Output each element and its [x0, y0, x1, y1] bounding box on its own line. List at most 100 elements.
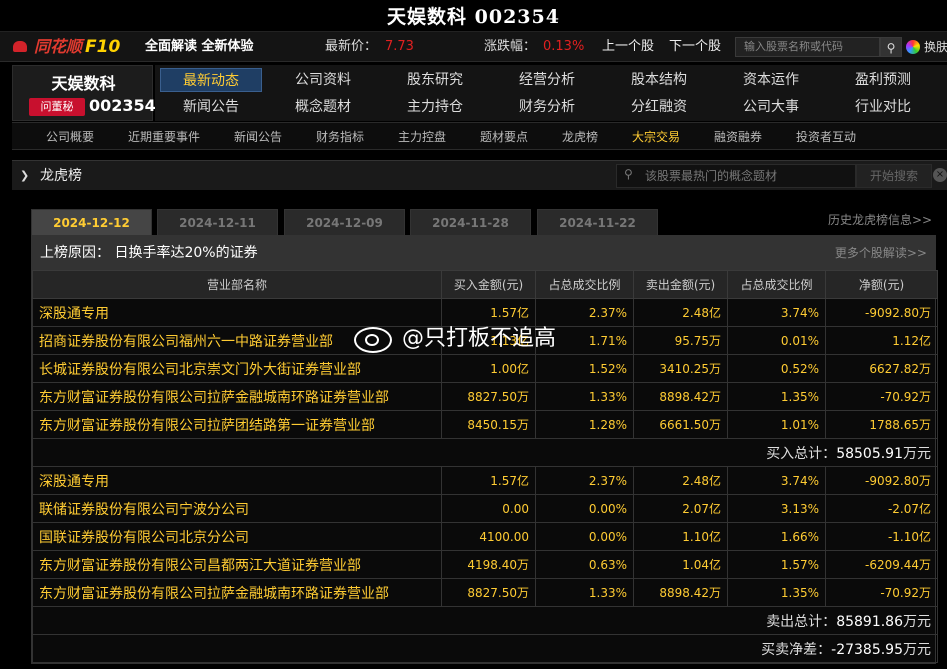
- nav-capital-ops[interactable]: 资本运作: [720, 68, 822, 92]
- buy-total-row: 买入总计：58505.91万元: [32, 438, 938, 467]
- col-header: 买入金额(元): [441, 270, 536, 299]
- table-row: 招商证券股份有限公司福州六一中路证券营业部 1.13亿 1.71% 95.75万 0.0…: [32, 326, 938, 355]
- skin-palette-icon[interactable]: [906, 40, 920, 54]
- subnav-investor-qa[interactable]: 投资者互动: [796, 123, 856, 151]
- reason-text: 上榜原因： 日换手率达20%的证券: [40, 245, 258, 261]
- subnav-financial-metrics[interactable]: 财务指标: [316, 123, 364, 151]
- subnav-main-control[interactable]: 主力控盘: [398, 123, 446, 151]
- value-cell: 1.57亿: [441, 466, 536, 495]
- value-cell: 4198.40万: [441, 550, 536, 579]
- subnav-overview[interactable]: 公司概要: [46, 123, 94, 151]
- value-cell: 6627.82万: [825, 354, 938, 383]
- value-cell: 8450.15万: [441, 410, 536, 439]
- nav-shareholder-research[interactable]: 股东研究: [384, 68, 486, 92]
- value-cell: 1788.65万: [825, 410, 938, 439]
- skin-label[interactable]: 换肤: [924, 32, 947, 62]
- value-cell: 1.66%: [727, 522, 826, 551]
- unit-label: 万元: [903, 445, 931, 462]
- value-cell: 1.71%: [535, 326, 634, 355]
- dept-name-cell[interactable]: 联储证券股份有限公司宁波分公司: [32, 494, 442, 523]
- value-cell: 1.12亿: [825, 326, 938, 355]
- next-stock-button[interactable]: 下一个股: [669, 32, 721, 62]
- history-link[interactable]: 历史龙虎榜信息>>: [828, 211, 932, 228]
- dept-name-cell[interactable]: 东方财富证券股份有限公司拉萨金融城南环路证券营业部: [32, 382, 442, 411]
- value-cell: -70.92万: [825, 578, 938, 607]
- table-header-row: 营业部名称 买入金额(元) 占总成交比例 卖出金额(元) 占总成交比例 净额(元…: [32, 270, 938, 299]
- value-cell: 1.57亿: [441, 298, 536, 327]
- nav-concepts[interactable]: 概念题材: [272, 95, 374, 119]
- value-cell: 0.00%: [535, 522, 634, 551]
- stock-search-input[interactable]: 输入股票名称或代码: [735, 37, 880, 57]
- search-icon[interactable]: ⚲: [880, 37, 902, 57]
- sell-total-label: 卖出总计：: [766, 613, 837, 630]
- date-tab[interactable]: 2024-12-09: [284, 209, 405, 235]
- value-cell: -9092.80万: [825, 466, 938, 495]
- value-cell: 1.57%: [727, 550, 826, 579]
- value-cell: 8827.50万: [441, 382, 536, 411]
- value-cell: 1.35%: [727, 578, 826, 607]
- subnav-theme-points[interactable]: 题材要点: [480, 123, 528, 151]
- value-cell: 1.33%: [535, 382, 634, 411]
- more-analysis-link[interactable]: 更多个股解读>>: [835, 236, 927, 270]
- dept-name-cell[interactable]: 招商证券股份有限公司福州六一中路证券营业部: [32, 326, 442, 355]
- subnav-recent-events[interactable]: 近期重要事件: [128, 123, 200, 151]
- value-cell: 1.52%: [535, 354, 634, 383]
- nav-company-profile[interactable]: 公司资料: [272, 68, 374, 92]
- dept-name-cell[interactable]: 深股通专用: [32, 298, 442, 327]
- value-cell: 1.01%: [727, 410, 826, 439]
- date-tab[interactable]: 2024-11-22: [537, 209, 658, 235]
- nav-dividends[interactable]: 分红融资: [608, 95, 710, 119]
- subnav-news[interactable]: 新闻公告: [234, 123, 282, 151]
- change-value: 0.13%: [543, 39, 585, 54]
- nav-main-holdings[interactable]: 主力持仓: [384, 95, 486, 119]
- ask-secretary-button[interactable]: 问董秘: [29, 98, 85, 116]
- nav-operations[interactable]: 经营分析: [496, 68, 598, 92]
- dept-name-cell[interactable]: 东方财富证券股份有限公司昌都两江大道证券营业部: [32, 550, 442, 579]
- table-row: 长城证券股份有限公司北京崇文门外大街证券营业部 1.00亿 1.52% 3410.25…: [32, 354, 938, 383]
- slogan: 全面解读 全新体验: [145, 39, 254, 54]
- brand-logo[interactable]: 同花顺 F10: [12, 32, 120, 62]
- dept-name-cell[interactable]: 深股通专用: [32, 466, 442, 495]
- top-toolbar: 同花顺 F10 全面解读 全新体验 最新价： 7.73 涨跌幅： 0.13% 上…: [0, 32, 947, 62]
- dragon-tiger-table: 上榜原因： 日换手率达20%的证券 更多个股解读>> 营业部名称 买入金额(元)…: [31, 235, 938, 664]
- section-title: 龙虎榜: [40, 168, 82, 184]
- nav-financial-analysis[interactable]: 财务分析: [496, 95, 598, 119]
- stock-code: 002354: [89, 96, 156, 115]
- chevron-right-icon: ❯: [20, 169, 30, 182]
- nav-latest-news[interactable]: 最新动态: [160, 68, 262, 92]
- date-tab[interactable]: 2024-12-11: [157, 209, 278, 235]
- concept-search-button[interactable]: 开始搜索: [856, 164, 932, 188]
- value-cell: -2.07亿: [825, 494, 938, 523]
- value-cell: 0.63%: [535, 550, 634, 579]
- table-row: 东方财富证券股份有限公司拉萨团结路第一证券营业部 8450.15万 1.28% 666…: [32, 410, 938, 439]
- nav-profit-forecast[interactable]: 盈利预测: [832, 68, 934, 92]
- prev-stock-button[interactable]: 上一个股: [602, 32, 654, 62]
- dept-name-cell[interactable]: 东方财富证券股份有限公司拉萨团结路第一证券营业部: [32, 410, 442, 439]
- dept-name-cell[interactable]: 国联证券股份有限公司北京分公司: [32, 522, 442, 551]
- sell-total-value: 85891.86: [836, 613, 903, 630]
- date-tab[interactable]: 2024-11-28: [410, 209, 531, 235]
- nav-industry-compare[interactable]: 行业对比: [832, 95, 934, 119]
- dept-name-cell[interactable]: 东方财富证券股份有限公司拉萨金融城南环路证券营业部: [32, 578, 442, 607]
- value-cell: 0.00%: [535, 494, 634, 523]
- col-header: 净额(元): [825, 270, 938, 299]
- date-tab[interactable]: 2024-12-12: [31, 209, 152, 235]
- col-header: 占总成交比例: [727, 270, 826, 299]
- concept-search-input[interactable]: 该股票最热门的概念题材: [616, 164, 856, 188]
- value-cell: -1.10亿: [825, 522, 938, 551]
- nav-share-structure[interactable]: 股本结构: [608, 68, 710, 92]
- value-cell: 1.00亿: [441, 354, 536, 383]
- subnav-block-trade[interactable]: 大宗交易: [632, 123, 680, 151]
- subnav-margin[interactable]: 融资融券: [714, 123, 762, 151]
- subnav-dragon-tiger[interactable]: 龙虎榜: [562, 123, 598, 151]
- close-icon[interactable]: ×: [933, 168, 947, 182]
- nav-announcements[interactable]: 新闻公告: [160, 95, 262, 119]
- table-row: 东方财富证券股份有限公司拉萨金融城南环路证券营业部 8827.50万 1.33% 88…: [32, 382, 938, 411]
- value-cell: 4100.00: [441, 522, 536, 551]
- value-cell: 2.37%: [535, 298, 634, 327]
- stock-info-box: 天娱数科 问董秘 002354: [12, 65, 156, 121]
- unit-label: 万元: [903, 641, 931, 658]
- nav-company-events[interactable]: 公司大事: [720, 95, 822, 119]
- dept-name-cell[interactable]: 长城证券股份有限公司北京崇文门外大街证券营业部: [32, 354, 442, 383]
- unit-label: 万元: [903, 613, 931, 630]
